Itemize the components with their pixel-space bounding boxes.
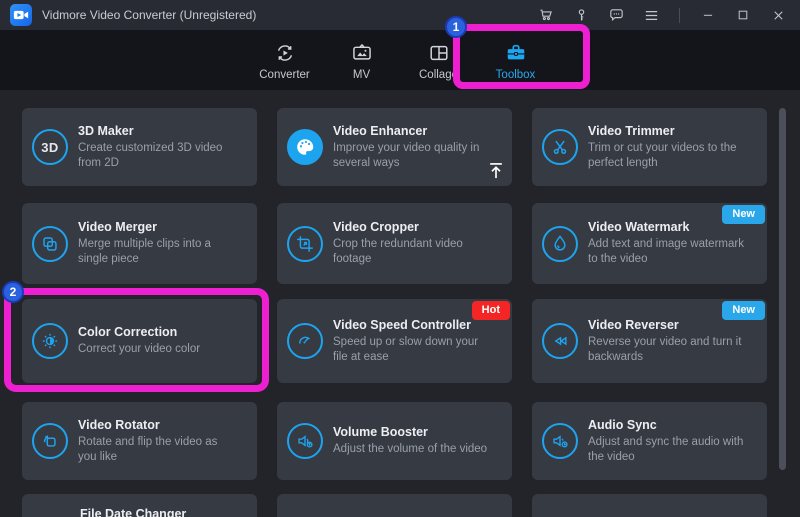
tool-title: Volume Booster [333, 425, 487, 439]
new-badge: New [722, 205, 765, 224]
tab-collage[interactable]: Collage [400, 30, 477, 90]
window-title: Vidmore Video Converter (Unregistered) [42, 8, 256, 22]
rotate-icon [32, 423, 68, 459]
tool-description: Trim or cut your videos to the perfect l… [588, 141, 748, 171]
tool-card-video-merger[interactable]: Video Merger Merge multiple clips into a… [22, 203, 257, 284]
main-nav: Converter MV Collage Toolbox [0, 30, 800, 90]
tool-description: Add text and image watermark to the vide… [588, 237, 748, 267]
speaker-clock-icon [542, 423, 578, 459]
tool-title: 3D Maker [78, 124, 238, 138]
sun-icon [32, 323, 68, 359]
new-badge: New [722, 301, 765, 320]
tool-card-file-date-changer[interactable]: File Date Changer [22, 494, 257, 517]
tab-label: Converter [259, 69, 310, 81]
tool-description: Adjust the volume of the video [333, 442, 487, 457]
rewind-icon [542, 323, 578, 359]
tool-title: Video Trimmer [588, 124, 748, 138]
tab-toolbox[interactable]: Toolbox [477, 30, 554, 90]
cart-icon[interactable] [536, 5, 556, 25]
tool-description: Improve your video quality in several wa… [333, 141, 493, 171]
app-window: Vidmore Video Converter (Unregistered) [0, 0, 800, 517]
hot-badge: Hot [472, 301, 510, 320]
menu-icon[interactable] [641, 5, 661, 25]
tool-card-partial[interactable] [532, 494, 767, 517]
tool-title: Audio Sync [588, 418, 748, 432]
tool-title: File Date Changer [80, 507, 186, 517]
tool-card-video-enhancer[interactable]: Video Enhancer Improve your video qualit… [277, 108, 512, 186]
tool-card-video-speed-controller[interactable]: Video Speed Controller Speed up or slow … [277, 299, 512, 383]
mv-icon [351, 42, 373, 64]
tool-card-video-trimmer[interactable]: Video Trimmer Trim or cut your videos to… [532, 108, 767, 186]
tab-mv[interactable]: MV [323, 30, 400, 90]
tool-card-video-rotator[interactable]: Video Rotator Rotate and flip the video … [22, 402, 257, 480]
tool-card-3d-maker[interactable]: 3D 3D Maker Create customized 3D video f… [22, 108, 257, 186]
merge-icon [32, 226, 68, 262]
close-button[interactable] [768, 5, 788, 25]
crop-icon [287, 226, 323, 262]
tab-label: Collage [419, 69, 458, 81]
tool-description: Merge multiple clips into a single piece [78, 237, 238, 267]
collage-icon [428, 42, 450, 64]
tool-description: Rotate and flip the video as you like [78, 435, 238, 465]
toolbox-icon [505, 42, 527, 64]
scrollbar-thumb[interactable] [779, 108, 786, 470]
step-2-badge: 2 [2, 281, 24, 303]
3d-icon: 3D [32, 129, 68, 165]
tool-card-volume-booster[interactable]: Volume Booster Adjust the volume of the … [277, 402, 512, 480]
tool-card-color-correction[interactable]: Color Correction Correct your video colo… [22, 299, 257, 383]
tool-description: Adjust and sync the audio with the video [588, 435, 748, 465]
speedometer-icon [287, 323, 323, 359]
tool-title: Video Cropper [333, 220, 493, 234]
tool-card-partial[interactable] [277, 494, 512, 517]
tool-title: Video Enhancer [333, 124, 493, 138]
active-tab-underline [482, 83, 549, 86]
app-logo-icon [10, 4, 32, 26]
tool-title: Video Speed Controller [333, 318, 493, 332]
speaker-up-icon [287, 423, 323, 459]
scissors-icon [542, 129, 578, 165]
tool-card-audio-sync[interactable]: Audio Sync Adjust and sync the audio wit… [532, 402, 767, 480]
tool-card-video-reverser[interactable]: Video Reverser Reverse your video and tu… [532, 299, 767, 383]
tool-card-video-watermark[interactable]: Video Watermark Add text and image water… [532, 203, 767, 284]
maximize-button[interactable] [733, 5, 753, 25]
tool-description: Reverse your video and turn it backwards [588, 335, 748, 365]
tab-label: Toolbox [496, 69, 536, 81]
palette-icon [287, 129, 323, 165]
tool-description: Create customized 3D video from 2D [78, 141, 238, 171]
feedback-icon[interactable] [606, 5, 626, 25]
tool-description: Correct your video color [78, 342, 200, 357]
tab-converter[interactable]: Converter [246, 30, 323, 90]
step-1-badge: 1 [445, 16, 467, 38]
minimize-button[interactable] [698, 5, 718, 25]
tool-title: Video Rotator [78, 418, 238, 432]
tool-card-video-cropper[interactable]: Video Cropper Crop the redundant video f… [277, 203, 512, 284]
tool-description: Crop the redundant video footage [333, 237, 493, 267]
tool-title: Color Correction [78, 325, 200, 339]
key-icon[interactable] [571, 5, 591, 25]
tool-title: Video Merger [78, 220, 238, 234]
scroll-to-top-icon[interactable] [484, 159, 508, 183]
tab-label: MV [353, 69, 370, 81]
title-bar: Vidmore Video Converter (Unregistered) [0, 0, 800, 30]
converter-icon [274, 42, 296, 64]
titlebar-separator [679, 8, 680, 23]
droplet-icon [542, 226, 578, 262]
tool-description: Speed up or slow down your file at ease [333, 335, 493, 365]
